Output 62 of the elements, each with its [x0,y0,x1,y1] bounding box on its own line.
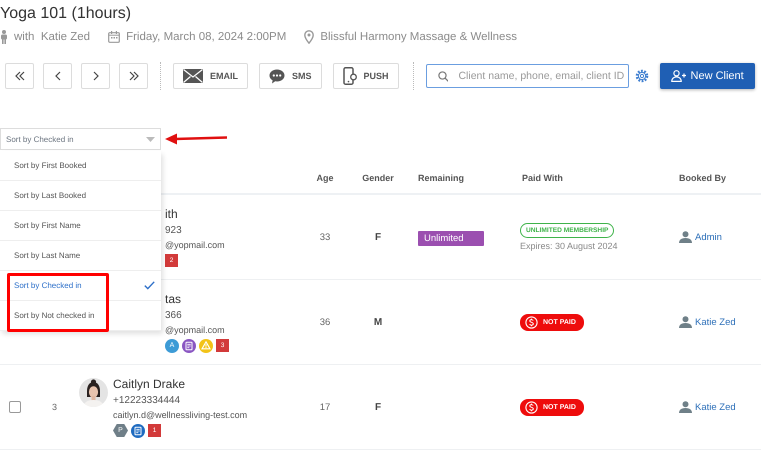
column-header: Booked By [678,172,728,182]
sort-option[interactable]: Sort by Last Booked [0,181,161,211]
calendar-icon [108,31,120,43]
column-header: Remaining [417,172,466,182]
double-chevron-icon [14,71,26,81]
phone-icon [342,67,357,85]
user-icon [679,316,692,328]
instructor-text: with Katie Zed [14,31,90,43]
search-icon [438,70,448,82]
remaining-badge: Unlimited [418,231,484,246]
phone-number: 366 [165,310,182,320]
search-field[interactable]: Client name, phone, email, client ID [426,64,629,88]
double-chevron-button[interactable] [119,63,148,89]
add-user-icon [670,70,687,82]
sort-option[interactable]: Sort by First Name [0,211,161,241]
date-time-text: Friday, March 08, 2024 2:00PM [126,31,286,43]
column-header: Paid With [521,172,564,182]
class-title: Yoga 101 (1hours) [0,4,132,24]
client-name: tas [165,292,182,306]
age-value: 17 [320,402,330,412]
double-chevron-button[interactable] [5,63,34,89]
column-header: Age [315,172,334,182]
double-chevron-icon [128,71,140,81]
gender-value: F [374,402,382,412]
email-address: @yopmail.com [165,324,225,334]
booked-by-link[interactable]: Katie Zed [695,402,736,412]
caret-icon [146,136,155,142]
expiry-text: Expires: 30 August 2024 [520,241,618,251]
sms-button[interactable]: SMS [259,63,322,89]
row-number: 3 [52,402,58,412]
user-icon [679,231,692,243]
new-client-button[interactable]: New Client [660,63,755,89]
sort-option[interactable]: Sort by First Booked [0,151,161,181]
checkmark-icon [144,281,155,290]
phone-number: +12223334444 [113,394,180,406]
age-value: 36 [320,316,330,328]
client-name: ith [165,207,178,221]
annotation-arrow [165,133,227,145]
location-text: Blissful Harmony Massage & Wellness [320,31,517,43]
phone-number: 923 [165,225,182,236]
email-button[interactable]: EMAIL [173,63,248,89]
email-address: caitlyn.d@wellnessliving-test.com [113,410,248,420]
sort-option[interactable]: Sort by Not checked in [0,301,161,331]
email-address: @yopmail.com [165,240,225,250]
user-icon [679,401,692,413]
person-icon [0,30,8,44]
envelope-icon [183,69,203,83]
booked-by-link[interactable]: Admin [695,232,722,242]
client-name[interactable]: Caitlyn Drake [113,376,186,390]
gender-value: F [374,232,382,242]
sort-option[interactable]: Sort by Last Name [0,241,161,271]
column-header: Gender [361,172,395,182]
age-value: 33 [320,232,330,242]
booked-by-link[interactable]: Katie Zed [695,316,736,328]
sort-dropdown[interactable]: Sort by Checked in [0,128,161,150]
push-button[interactable]: PUSH [332,63,399,89]
sort-option[interactable]: Sort by Checked in [0,271,161,301]
settings-icon[interactable] [634,69,649,83]
gender-value: M [374,316,382,328]
location-pin-icon [304,30,314,44]
chat-bubble-icon [269,68,285,84]
row-checkbox[interactable] [9,401,21,413]
